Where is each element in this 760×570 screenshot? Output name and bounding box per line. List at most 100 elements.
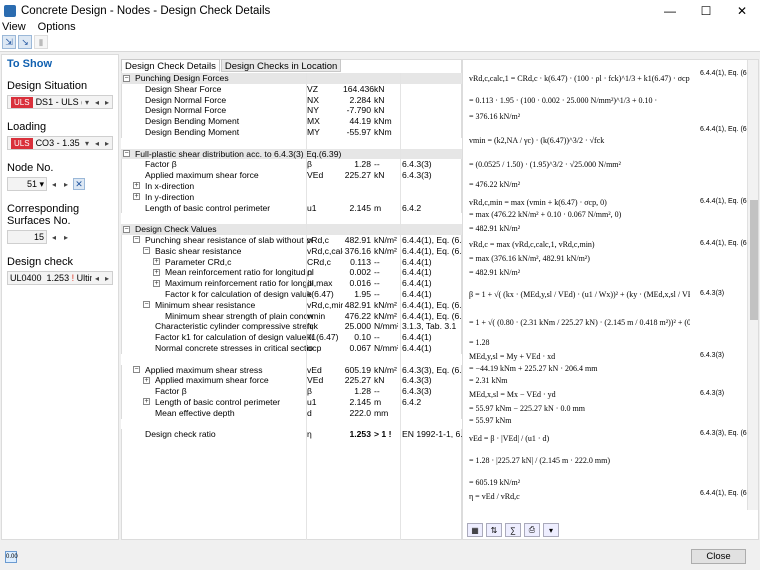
- close-button[interactable]: Close: [691, 549, 746, 564]
- row-description: Factor k1 for calculation of design valu…: [155, 332, 313, 343]
- prev-arrow-icon[interactable]: ◂: [92, 139, 102, 148]
- design-check-select[interactable]: UL0400 1.253 ! Ultimate ◂ ▸: [7, 271, 113, 285]
- table-row[interactable]: Factor β β 1.28 -- 6.4.3(3): [121, 386, 462, 397]
- table-row[interactable]: Design Shear Force VZ 164.436 kN: [121, 84, 462, 95]
- table-row[interactable]: Design check ratio η 1.253 > 1 ! EN 1992-1-1…: [121, 429, 462, 440]
- expand-icon[interactable]: +: [153, 279, 160, 287]
- disabled-tool-icon[interactable]: ▮: [34, 35, 48, 49]
- table-row[interactable]: − Punching shear resistance of slab witho…: [121, 235, 462, 246]
- row-unit: mm: [374, 407, 389, 418]
- table-row[interactable]: Factor k1 for calculation of design valu…: [121, 332, 462, 343]
- table-row[interactable]: + Applied maximum shear force VEd 225.27 kN 6…: [121, 375, 462, 386]
- expand-icon[interactable]: +: [143, 376, 150, 384]
- image-icon[interactable]: ▦: [467, 523, 483, 537]
- section-header-row[interactable]: − Full-plastic shear distribution acc. to…: [121, 148, 462, 160]
- table-row[interactable]: Design Bending Moment MX 44.19 kNm: [121, 116, 462, 127]
- expand-icon[interactable]: +: [153, 258, 160, 266]
- row-unit: kN/m²: [374, 234, 397, 245]
- row-unit: --: [374, 332, 380, 343]
- maximize-button[interactable]: ☐: [688, 0, 724, 21]
- table-row[interactable]: Applied maximum shear force VEd 225.27 kN 6.…: [121, 170, 462, 181]
- chevron-down-icon[interactable]: ▾: [82, 139, 92, 148]
- collapse-icon[interactable]: −: [123, 150, 130, 158]
- print-icon[interactable]: ⎙: [524, 523, 540, 537]
- menu-options[interactable]: Options: [38, 21, 76, 35]
- collapse-icon[interactable]: −: [123, 74, 130, 82]
- table-row[interactable]: Normal concrete stresses in critical sec…: [121, 343, 462, 354]
- menu-view[interactable]: View: [2, 21, 26, 35]
- table-row[interactable]: Design Normal Force NX 2.284 kN: [121, 95, 462, 106]
- next-arrow-icon[interactable]: ▸: [102, 139, 112, 148]
- minimize-button[interactable]: —: [652, 0, 688, 21]
- table-row[interactable]: + Maximum reinforcement ratio for longitu…: [121, 278, 462, 289]
- next-arrow-icon[interactable]: ▸: [102, 98, 112, 107]
- next-arrow-icon[interactable]: ▸: [102, 274, 112, 283]
- table-row[interactable]: Minimum shear strength of plain concre vm…: [121, 311, 462, 322]
- table-row[interactable]: + Mean reinforcement ratio for longitudin…: [121, 267, 462, 278]
- design-situation-label: Design Situation: [7, 80, 88, 92]
- pick-node-icon[interactable]: ✕: [73, 178, 85, 190]
- table-row[interactable]: + Parameter CRd,c CRd,c 0.113 -- 6.4.4(1): [121, 257, 462, 268]
- prev-arrow-icon[interactable]: ◂: [92, 274, 102, 283]
- sort-icon[interactable]: ⇅: [486, 523, 502, 537]
- table-row[interactable]: − Minimum shear resistance vRd,c,min 482.91…: [121, 300, 462, 311]
- node-select[interactable]: 51 ▾: [7, 177, 47, 191]
- expand-icon[interactable]: +: [133, 182, 140, 190]
- table-row[interactable]: Design Normal Force NY -7.790 kN: [121, 105, 462, 116]
- surface-select[interactable]: 15: [7, 230, 47, 244]
- select-tool-icon[interactable]: ⇲: [2, 35, 16, 49]
- formula-line: = 376.16 kN/m²: [469, 112, 521, 121]
- table-row[interactable]: Characteristic cylinder compressive stre…: [121, 321, 462, 332]
- table-row[interactable]: + Length of basic control perimeter u1 2.14…: [121, 397, 462, 408]
- prev-arrow-icon[interactable]: ◂: [49, 180, 59, 189]
- pick-node-icon[interactable]: ↘: [18, 35, 32, 49]
- section-header-row[interactable]: − Punching Design Forces: [121, 73, 462, 84]
- collapse-icon[interactable]: −: [143, 247, 150, 255]
- row-unit: N/mm²: [374, 321, 398, 332]
- next-arrow-icon[interactable]: ▸: [61, 233, 71, 242]
- collapse-icon[interactable]: −: [133, 236, 140, 244]
- row-reference: 6.4.2: [402, 396, 422, 407]
- table-row[interactable]: Design Bending Moment MY -55.97 kNm: [121, 127, 462, 138]
- table-row[interactable]: Mean effective depth d 222.0 mm: [121, 408, 462, 419]
- prev-arrow-icon[interactable]: ◂: [49, 233, 59, 242]
- row-value: 2.145: [349, 396, 371, 407]
- table-row[interactable]: Factor β β 1.28 -- 6.4.3(3): [121, 159, 462, 170]
- row-unit: kN/m²: [374, 245, 397, 256]
- expand-icon[interactable]: +: [143, 398, 150, 406]
- row-reference: 6.4.4(1), Eq. (6.47): [402, 234, 462, 245]
- table-row[interactable]: −Basic shear resistance vRd,c,calc,1376.1…: [121, 246, 462, 257]
- units-icon[interactable]: 0.00: [5, 551, 18, 563]
- collapse-icon[interactable]: −: [123, 225, 130, 233]
- expand-icon[interactable]: +: [153, 268, 160, 276]
- row-description: Punching shear resistance of slab withou…: [145, 234, 313, 245]
- warning-icon: !: [69, 273, 77, 283]
- chevron-down-icon[interactable]: ▾: [82, 98, 92, 107]
- collapse-icon[interactable]: −: [143, 301, 150, 309]
- scrollbar-thumb[interactable]: [750, 200, 758, 320]
- row-description: Normal concrete stresses in critical sec…: [155, 342, 313, 353]
- table-row[interactable]: + In x-direction: [121, 181, 462, 192]
- expand-icon[interactable]: +: [133, 193, 140, 201]
- row-description: Applied maximum shear force: [145, 170, 259, 181]
- vertical-scrollbar[interactable]: [747, 60, 758, 510]
- row-unit: --: [374, 159, 380, 170]
- table-row[interactable]: Length of basic control perimeter u1 2.145…: [121, 203, 462, 214]
- status-bar: 0.00: [0, 544, 760, 570]
- close-window-button[interactable]: ✕: [724, 0, 760, 21]
- collapse-icon[interactable]: −: [133, 366, 140, 374]
- prev-arrow-icon[interactable]: ◂: [92, 98, 102, 107]
- loading-select[interactable]: ULS CO3 - 1.35 * LC1 + 1. ▾ ◂ ▸: [7, 136, 113, 150]
- row-unit: kN/m²: [374, 310, 397, 321]
- section-header-row[interactable]: − Design Check Values: [121, 224, 462, 235]
- table-row[interactable]: Factor k for calculation of design value…: [121, 289, 462, 300]
- chevron-down-icon[interactable]: ▾: [543, 523, 559, 537]
- tab-design-checks-in-location[interactable]: Design Checks in Location: [220, 59, 342, 72]
- tab-design-check-details[interactable]: Design Check Details: [121, 59, 220, 72]
- formula-line: vRd,c,calc,1 = CRd,c · k(6.47) · (100 · …: [469, 74, 690, 83]
- table-row[interactable]: + In y-direction: [121, 192, 462, 203]
- formula-icon[interactable]: ∑: [505, 523, 521, 537]
- next-arrow-icon[interactable]: ▸: [61, 180, 71, 189]
- table-row[interactable]: − Applied maximum shear stress vEd 605.19 kN…: [121, 365, 462, 376]
- design-situation-select[interactable]: ULS DS1 - ULS (STR/GEO) ▾ ◂ ▸: [7, 95, 113, 109]
